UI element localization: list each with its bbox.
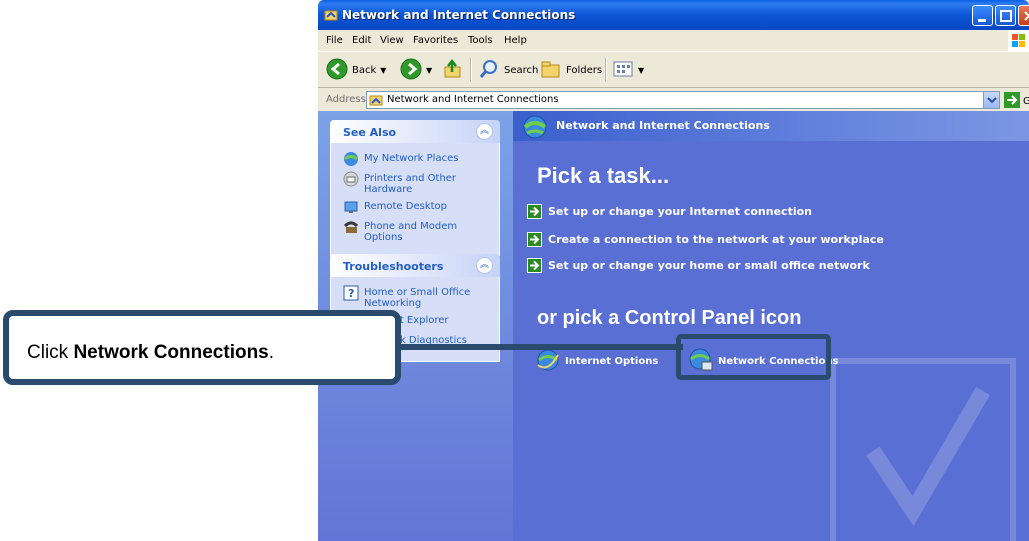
- network-places-icon: [343, 151, 359, 167]
- help-icon: ?: [343, 285, 359, 301]
- address-label: Address: [326, 94, 366, 105]
- chevron-down-icon[interactable]: ▼: [380, 66, 386, 75]
- task-arrow-icon: [527, 232, 542, 247]
- address-value: Network and Internet Connections: [387, 94, 559, 105]
- explorer-window: Network and Internet Connections File Ed…: [318, 0, 1029, 541]
- task-label: Set up or change your Internet connectio…: [548, 205, 812, 218]
- forward-button[interactable]: ▼: [400, 58, 432, 82]
- menu-help[interactable]: Help: [504, 35, 527, 46]
- internet-options-icon: [535, 347, 561, 376]
- task-workplace-connection[interactable]: Create a connection to the network at yo…: [527, 232, 884, 247]
- toolbar-separator: [605, 58, 606, 82]
- checklist-watermark-icon: [830, 358, 1016, 541]
- menu-favorites[interactable]: Favorites: [413, 35, 458, 46]
- search-label: Search: [504, 64, 539, 76]
- see-also-phone-modem[interactable]: Phone and Modem Options: [343, 219, 493, 243]
- callout-bold: Network Connections: [73, 342, 269, 363]
- pick-icon-heading: or pick a Control Panel icon: [537, 307, 802, 329]
- go-arrow-icon: [1004, 92, 1020, 111]
- svg-text:?: ?: [348, 287, 354, 300]
- internet-options-item[interactable]: Internet Options: [535, 347, 658, 376]
- task-internet-connection[interactable]: Set up or change your Internet connectio…: [527, 204, 812, 219]
- forward-arrow-icon: [400, 58, 422, 83]
- back-button[interactable]: Back ▼: [326, 58, 386, 82]
- see-also-box: See Also ︽ My Network Places Printers an…: [330, 120, 500, 256]
- callout-suffix: .: [268, 342, 275, 363]
- minimize-button[interactable]: [972, 5, 993, 26]
- chevron-down-icon[interactable]: ▼: [638, 66, 644, 75]
- phone-icon: [343, 219, 359, 235]
- folders-icon: [540, 58, 562, 83]
- right-main-pane: Network and Internet Connections Pick a …: [513, 111, 1029, 541]
- troubleshooters-header[interactable]: Troubleshooters ︽: [330, 254, 500, 277]
- close-button[interactable]: [1018, 5, 1029, 26]
- troubleshooter-home-network[interactable]: ? Home or Small Office Networking: [343, 285, 493, 309]
- back-label: Back: [352, 64, 377, 76]
- collapse-chevron-icon[interactable]: ︽: [476, 123, 493, 140]
- window-title: Network and Internet Connections: [342, 8, 576, 22]
- folder-network-icon: [324, 8, 338, 22]
- back-arrow-icon: [326, 58, 348, 83]
- title-bar[interactable]: Network and Internet Connections: [318, 0, 1029, 30]
- views-icon: [612, 58, 634, 83]
- task-label: Create a connection to the network at yo…: [548, 233, 884, 246]
- link-label: Phone and Modem Options: [364, 221, 458, 243]
- up-folder-button[interactable]: [442, 58, 464, 82]
- printer-icon: [343, 171, 359, 187]
- link-label: Home or Small Office Networking: [364, 287, 471, 309]
- windows-logo-icon: [1008, 30, 1029, 52]
- content-area: See Also ︽ My Network Places Printers an…: [318, 111, 1029, 541]
- see-also-printers[interactable]: Printers and Other Hardware: [343, 171, 493, 195]
- collapse-chevron-icon[interactable]: ︽: [476, 257, 493, 274]
- pick-task-heading: Pick a task...: [537, 163, 670, 188]
- network-folder-icon: [369, 93, 384, 110]
- link-label: Remote Desktop: [364, 201, 448, 212]
- see-also-my-network-places[interactable]: My Network Places: [343, 151, 493, 167]
- see-also-header[interactable]: See Also ︽: [330, 120, 500, 143]
- menu-view[interactable]: View: [380, 35, 404, 46]
- folders-label: Folders: [566, 64, 603, 76]
- see-also-list: My Network Places Printers and Other Har…: [330, 143, 500, 256]
- network-globe-icon: [521, 113, 549, 144]
- go-button[interactable]: Go: [1004, 92, 1029, 111]
- category-header: Network and Internet Connections: [513, 111, 1029, 141]
- menu-bar: File Edit View Favorites Tools Help: [318, 30, 1029, 52]
- address-bar: Address Network and Internet Connections…: [318, 89, 1029, 111]
- internet-options-label: Internet Options: [565, 356, 659, 367]
- task-label: Set up or change your home or small offi…: [548, 259, 870, 272]
- link-label: Printers and Other Hardware: [364, 173, 457, 195]
- link-label: My Network Places: [364, 153, 459, 164]
- troubleshooters-title: Troubleshooters: [343, 260, 444, 273]
- search-button[interactable]: Search: [478, 58, 538, 82]
- callout-text: Click Network Connections.: [27, 342, 274, 364]
- callout-prefix: Click: [27, 342, 74, 363]
- address-field[interactable]: Network and Internet Connections: [366, 91, 1000, 109]
- see-also-remote-desktop[interactable]: Remote Desktop: [343, 199, 493, 215]
- menu-tools[interactable]: Tools: [468, 35, 493, 46]
- menu-file[interactable]: File: [326, 35, 343, 46]
- task-arrow-icon: [527, 258, 542, 273]
- folders-button[interactable]: Folders: [540, 58, 602, 82]
- network-connections-highlight: [676, 334, 831, 380]
- toolbar: Back ▼ ▼ Search Folders ▼: [318, 52, 1029, 88]
- address-dropdown-button[interactable]: [983, 92, 999, 108]
- instruction-callout: Click Network Connections.: [3, 310, 401, 385]
- toolbar-separator: [470, 58, 471, 82]
- views-button[interactable]: ▼: [612, 58, 644, 82]
- go-label: Go: [1023, 96, 1029, 107]
- category-title: Network and Internet Connections: [556, 119, 770, 132]
- search-icon: [478, 58, 500, 83]
- see-also-title: See Also: [343, 126, 397, 139]
- remote-desktop-icon: [343, 199, 359, 215]
- menu-edit[interactable]: Edit: [352, 35, 371, 46]
- task-arrow-icon: [527, 204, 542, 219]
- up-folder-icon: [442, 58, 464, 83]
- task-home-network[interactable]: Set up or change your home or small offi…: [527, 258, 870, 273]
- callout-connector-line: [401, 344, 683, 350]
- chevron-down-icon[interactable]: ▼: [426, 66, 432, 75]
- maximize-button[interactable]: [995, 5, 1016, 26]
